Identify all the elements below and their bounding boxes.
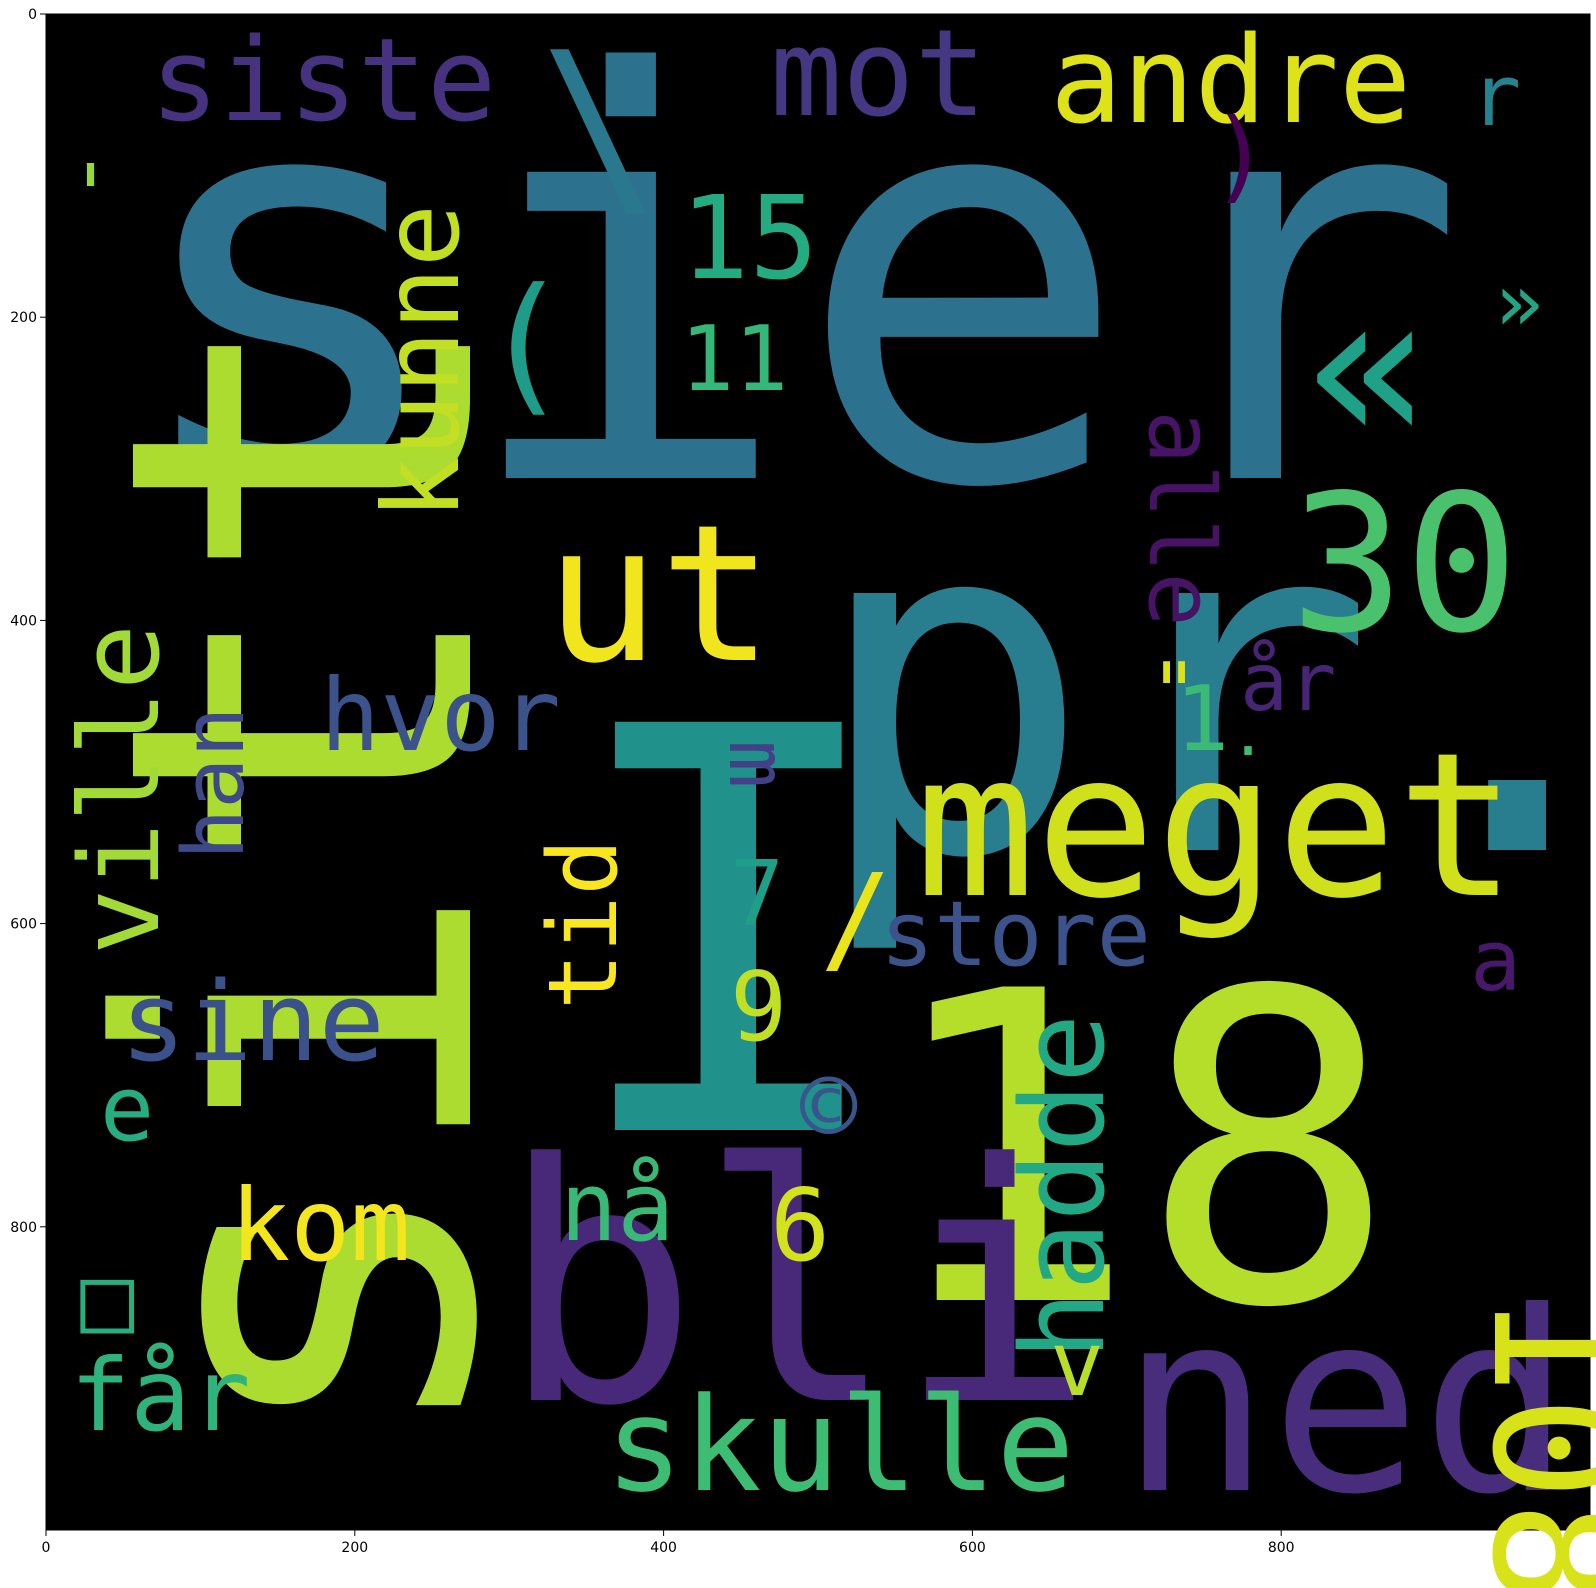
word-35: 7 bbox=[730, 842, 784, 947]
wordcloud-figure: sierIsitt pr.18bli ned\«megetut 30108skulle… bbox=[0, 0, 1596, 1588]
x-tick-label: 800 bbox=[1268, 1540, 1295, 1556]
word-10: ut bbox=[545, 484, 774, 705]
word-21: ) bbox=[1210, 97, 1270, 214]
word-20: ( bbox=[480, 257, 570, 431]
word-44: v bbox=[1050, 1312, 1104, 1417]
word-49: får bbox=[70, 1337, 251, 1454]
word-33: tid bbox=[529, 838, 639, 1010]
word-18: ' bbox=[65, 147, 116, 246]
word-39: 9 bbox=[730, 953, 787, 1063]
y-tick-label: 200 bbox=[10, 310, 37, 326]
word-45: kom bbox=[230, 1167, 411, 1284]
word-37: store bbox=[880, 882, 1151, 987]
y-tick-label: 400 bbox=[10, 613, 37, 629]
word-34: m bbox=[711, 740, 804, 788]
x-tick-label: 400 bbox=[650, 1540, 677, 1556]
word-31: . bbox=[1230, 700, 1266, 770]
words-layer: sierIsitt pr.18bli ned\«megetut 30108skulle… bbox=[25, 0, 1596, 1588]
word-7: \ bbox=[540, 10, 660, 243]
x-tick-label: 200 bbox=[341, 1540, 368, 1556]
word-32: han bbox=[165, 706, 264, 860]
y-tick-label: 0 bbox=[28, 7, 37, 23]
x-tick-label: 600 bbox=[959, 1540, 986, 1556]
word-40: a bbox=[1470, 912, 1521, 1011]
word-27: hvor bbox=[320, 657, 561, 774]
word-25: alle bbox=[1128, 410, 1233, 627]
word-12: 108 bbox=[1453, 1290, 1596, 1588]
word-24: kunne bbox=[361, 204, 483, 520]
word-23: 11 bbox=[680, 307, 788, 412]
word-15: mot bbox=[770, 5, 987, 144]
y-tick-label: 800 bbox=[10, 1220, 37, 1236]
word-19: 15 bbox=[680, 172, 818, 306]
word-41: e bbox=[100, 1057, 154, 1162]
word-38: sine bbox=[120, 958, 385, 1086]
word-47: 6 bbox=[770, 1167, 830, 1284]
y-tick-label: 600 bbox=[10, 917, 37, 933]
x-tick-label: 0 bbox=[42, 1540, 51, 1556]
word-13: skulle bbox=[605, 1369, 1075, 1521]
word-17: r bbox=[1470, 47, 1521, 146]
word-29: 1 bbox=[1175, 667, 1229, 772]
word-22: » bbox=[1495, 256, 1543, 349]
word-46: nå bbox=[560, 1153, 674, 1263]
word-43: hadde bbox=[997, 1014, 1131, 1360]
word-14: siste bbox=[150, 14, 496, 148]
word-42: © bbox=[800, 1053, 858, 1163]
